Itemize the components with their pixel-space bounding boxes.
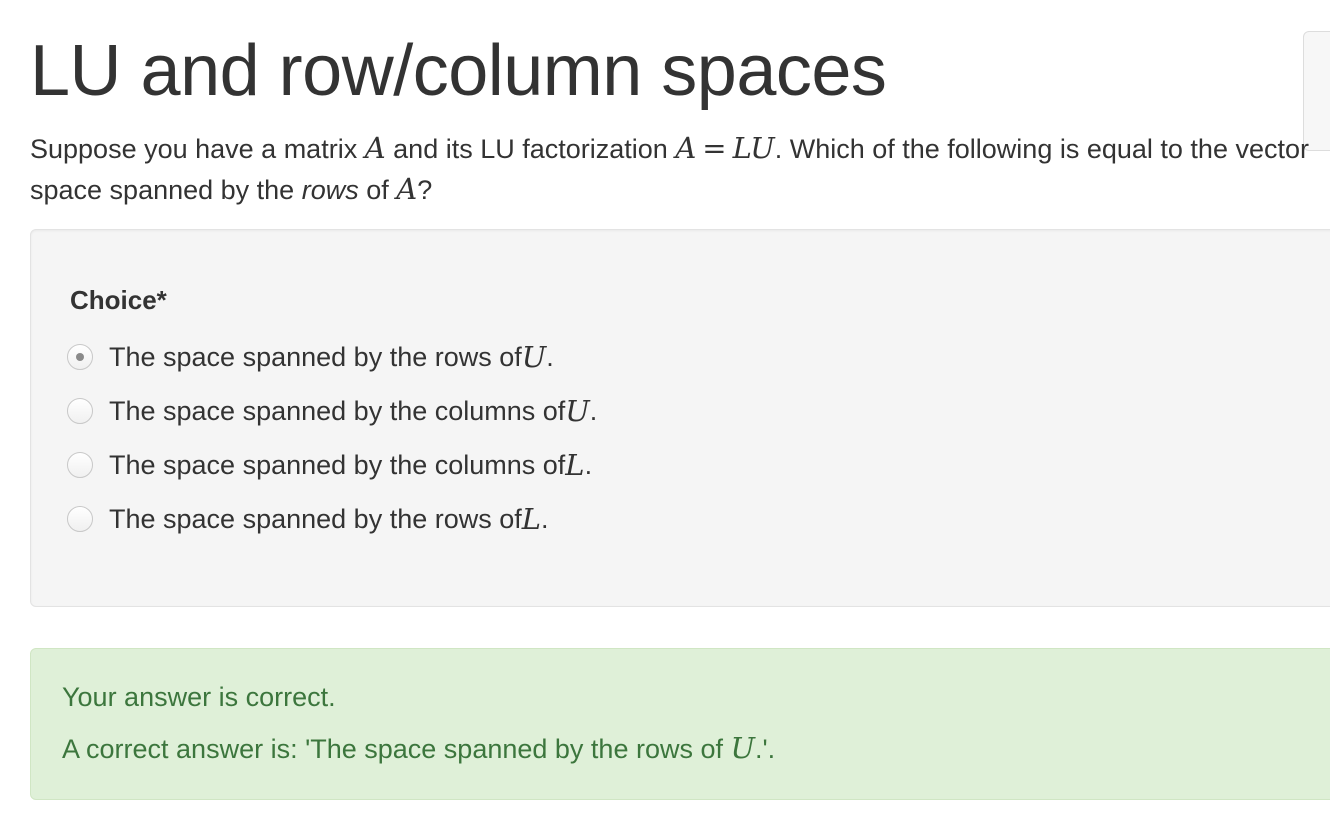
choice-option[interactable]: The space spanned by the columns of L. xyxy=(67,445,592,485)
choice-option-text: The space spanned by the columns of xyxy=(109,395,566,426)
choice-option-text: The space spanned by the rows of xyxy=(109,341,522,372)
math-operator: = xyxy=(702,131,727,165)
choice-option[interactable]: The space spanned by the rows of L. xyxy=(67,499,549,539)
page-title: LU and row/column spaces xyxy=(30,31,887,111)
question-text-part: and its LU factorization xyxy=(385,134,676,164)
math-variable: A xyxy=(675,131,697,165)
question-emphasis: rows xyxy=(301,175,359,205)
radio-selected-dot xyxy=(76,353,84,361)
math-variable: A xyxy=(396,172,418,206)
choice-option[interactable]: The space spanned by the columns of U. xyxy=(67,391,597,431)
radio-button[interactable] xyxy=(67,398,93,424)
math-variable: L xyxy=(521,502,542,536)
choice-option-suffix: . xyxy=(589,395,598,426)
choice-panel: Choice* The space spanned by the rows of… xyxy=(30,229,1330,607)
math-variable: U xyxy=(730,731,755,765)
choice-option-suffix: . xyxy=(584,449,593,480)
math-variable: U xyxy=(521,340,547,374)
choice-option-suffix: . xyxy=(546,341,554,372)
quiz-page: LU and row/column spaces Suppose you hav… xyxy=(0,0,1330,828)
question-text-part: ? xyxy=(417,175,433,205)
math-variable: U xyxy=(565,394,590,428)
feedback-correct-answer: A correct answer is: 'The space spanned … xyxy=(62,731,775,765)
math-variable: L xyxy=(565,448,585,482)
feedback-status: Your answer is correct. xyxy=(62,682,336,712)
choice-label: Choice* xyxy=(70,285,167,315)
math-variable: A xyxy=(364,131,386,165)
feedback-answer-text: A correct answer is: 'The space spanned … xyxy=(62,734,731,764)
choice-option[interactable]: The space spanned by the rows of U. xyxy=(67,337,554,377)
math-variable: LU xyxy=(732,131,775,165)
feedback-answer-suffix: .'. xyxy=(754,734,776,764)
choice-option-suffix: . xyxy=(541,503,549,534)
feedback-alert: Your answer is correct. A correct answer… xyxy=(30,648,1330,800)
choice-option-text: The space spanned by the rows of xyxy=(109,503,522,534)
radio-button[interactable] xyxy=(67,452,93,478)
question-text-part: Suppose you have a matrix xyxy=(30,134,365,164)
choice-option-text: The space spanned by the columns of xyxy=(109,449,566,480)
question-text-part: of xyxy=(358,175,397,205)
radio-button[interactable] xyxy=(67,506,93,532)
question-text: Suppose you have a matrix A and its LU f… xyxy=(30,128,1310,210)
radio-button[interactable] xyxy=(67,344,93,370)
